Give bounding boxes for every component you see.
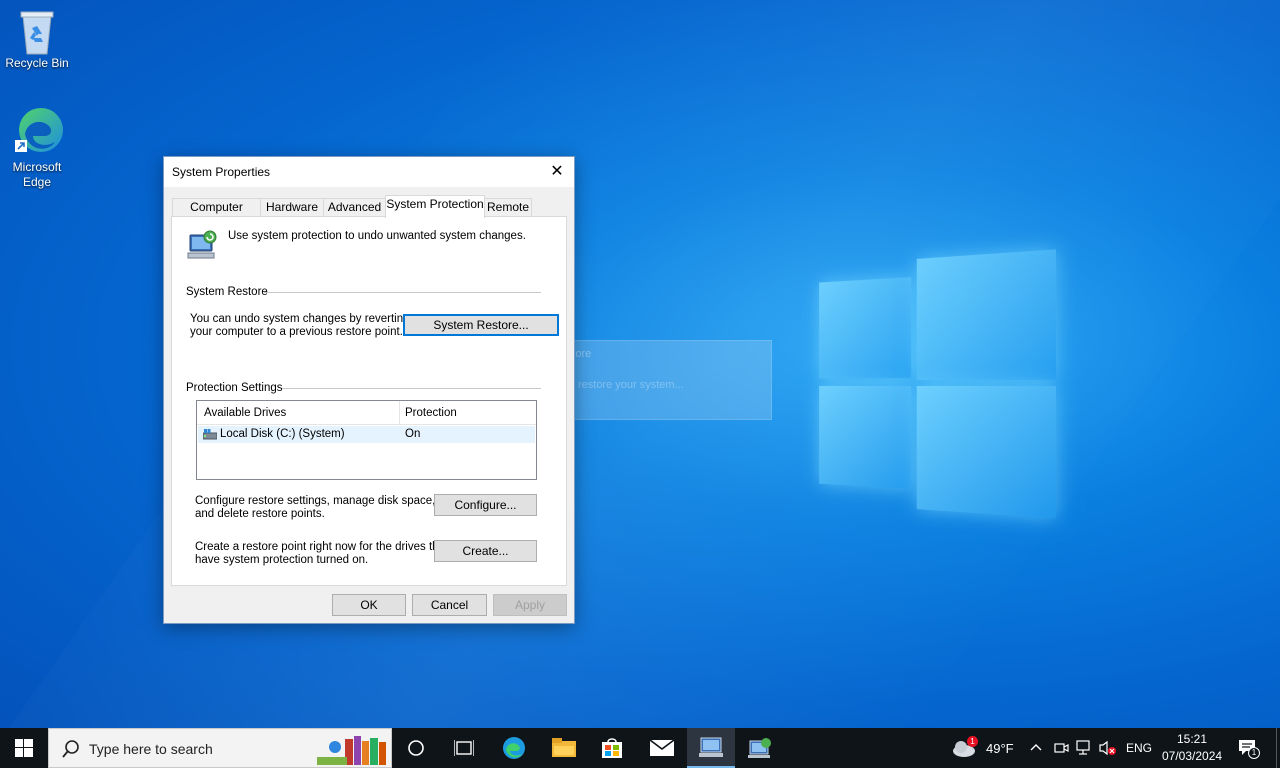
configure-desc-2: and delete restore points. bbox=[195, 508, 325, 520]
drive-protection-status: On bbox=[405, 428, 421, 440]
recycle-bin-icon bbox=[15, 8, 59, 55]
create-desc-2: have system protection turned on. bbox=[195, 554, 369, 566]
system-restore-taskbar-button[interactable] bbox=[736, 728, 784, 768]
intro-text: Use system protection to undo unwanted s… bbox=[228, 230, 526, 242]
file-explorer-icon[interactable] bbox=[540, 728, 588, 768]
clock-time[interactable]: 15:21 bbox=[1177, 732, 1207, 746]
weather-icon[interactable]: 1 bbox=[952, 736, 978, 758]
desktop-icon-edge[interactable]: Microsoft Edge bbox=[0, 104, 74, 190]
configure-desc-1: Configure restore settings, manage disk … bbox=[195, 495, 436, 507]
drives-list[interactable]: Available Drives Protection Local Disk (… bbox=[196, 400, 537, 480]
tab-computer-name[interactable]: Computer Name bbox=[172, 198, 261, 231]
group-divider bbox=[282, 388, 541, 389]
desktop-icon-recycle-bin[interactable]: Recycle Bin bbox=[0, 8, 74, 71]
create-desc-1: Create a restore point right now for the… bbox=[195, 541, 449, 553]
recycle-bin-label: Recycle Bin bbox=[5, 56, 69, 70]
weather-badge: 1 bbox=[967, 736, 978, 747]
cancel-button[interactable]: Cancel bbox=[412, 594, 487, 616]
ok-button[interactable]: OK bbox=[332, 594, 406, 616]
network-icon[interactable] bbox=[1076, 740, 1094, 759]
tab-remote[interactable]: Remote bbox=[484, 198, 532, 218]
tab-hardware[interactable]: Hardware bbox=[260, 198, 324, 218]
drive-icon bbox=[202, 428, 218, 440]
taskbar-search-box[interactable]: Type here to search bbox=[48, 728, 392, 768]
show-desktop-button[interactable] bbox=[1276, 728, 1280, 768]
windows-icon bbox=[15, 739, 33, 757]
configure-button[interactable]: Configure... bbox=[434, 494, 537, 516]
edge-taskbar-icon[interactable] bbox=[490, 728, 538, 768]
volume-muted-icon[interactable] bbox=[1099, 740, 1117, 759]
system-restore-desc-2: your computer to a previous restore poin… bbox=[190, 326, 403, 338]
clock-date[interactable]: 07/03/2024 bbox=[1162, 749, 1222, 763]
system-restore-desc-1: You can undo system changes by reverting bbox=[190, 313, 410, 325]
edge-label-line1: Microsoft bbox=[12, 160, 62, 174]
notification-count: 1 bbox=[1248, 747, 1260, 759]
language-indicator[interactable]: ENG bbox=[1126, 741, 1152, 755]
close-icon[interactable]: ✕ bbox=[540, 157, 574, 187]
system-protection-panel: Use system protection to undo unwanted s… bbox=[171, 216, 567, 586]
column-header-protection[interactable]: Protection bbox=[405, 407, 457, 419]
protection-settings-group-label: Protection Settings bbox=[186, 382, 283, 394]
group-divider bbox=[264, 292, 541, 293]
edge-icon bbox=[15, 104, 63, 156]
apply-button[interactable]: Apply bbox=[493, 594, 567, 616]
tab-advanced[interactable]: Advanced bbox=[323, 198, 386, 218]
table-row[interactable]: Local Disk (C:) (System) On bbox=[198, 426, 535, 443]
search-placeholder: Type here to search bbox=[89, 741, 213, 757]
tab-system-protection[interactable]: System Protection bbox=[385, 195, 485, 218]
taskbar: Type here to search 1 49°F ENG 15:21 07/… bbox=[0, 728, 1280, 768]
chevron-up-icon[interactable] bbox=[1030, 739, 1042, 755]
system-restore-button[interactable]: System Restore... bbox=[403, 314, 559, 336]
drives-list-header: Available Drives Protection bbox=[197, 401, 536, 425]
mail-icon[interactable] bbox=[638, 728, 686, 768]
dialog-title: System Properties bbox=[172, 165, 271, 179]
system-properties-taskbar-button[interactable] bbox=[687, 728, 735, 768]
store-icon[interactable] bbox=[588, 728, 636, 768]
windows-logo-wallpaper bbox=[819, 249, 1056, 520]
meet-now-icon[interactable] bbox=[1053, 740, 1069, 759]
drive-name: Local Disk (C:) (System) bbox=[220, 428, 345, 440]
weather-temperature[interactable]: 49°F bbox=[986, 741, 1014, 756]
system-properties-dialog: System Properties ✕ Computer Name Hardwa… bbox=[163, 156, 575, 624]
create-button[interactable]: Create... bbox=[434, 540, 537, 562]
system-restore-group-label: System Restore bbox=[186, 286, 268, 298]
notifications-icon[interactable]: 1 bbox=[1238, 739, 1260, 759]
start-button[interactable] bbox=[0, 728, 48, 768]
task-view-icon[interactable] bbox=[440, 728, 488, 768]
system-protection-icon bbox=[186, 229, 218, 261]
title-bar[interactable]: System Properties ✕ bbox=[164, 157, 574, 187]
search-highlights-icon bbox=[315, 733, 391, 767]
edge-label-line2: Edge bbox=[22, 175, 52, 189]
cortana-icon[interactable] bbox=[392, 728, 440, 768]
column-header-drives[interactable]: Available Drives bbox=[204, 407, 286, 419]
search-icon bbox=[61, 739, 81, 762]
